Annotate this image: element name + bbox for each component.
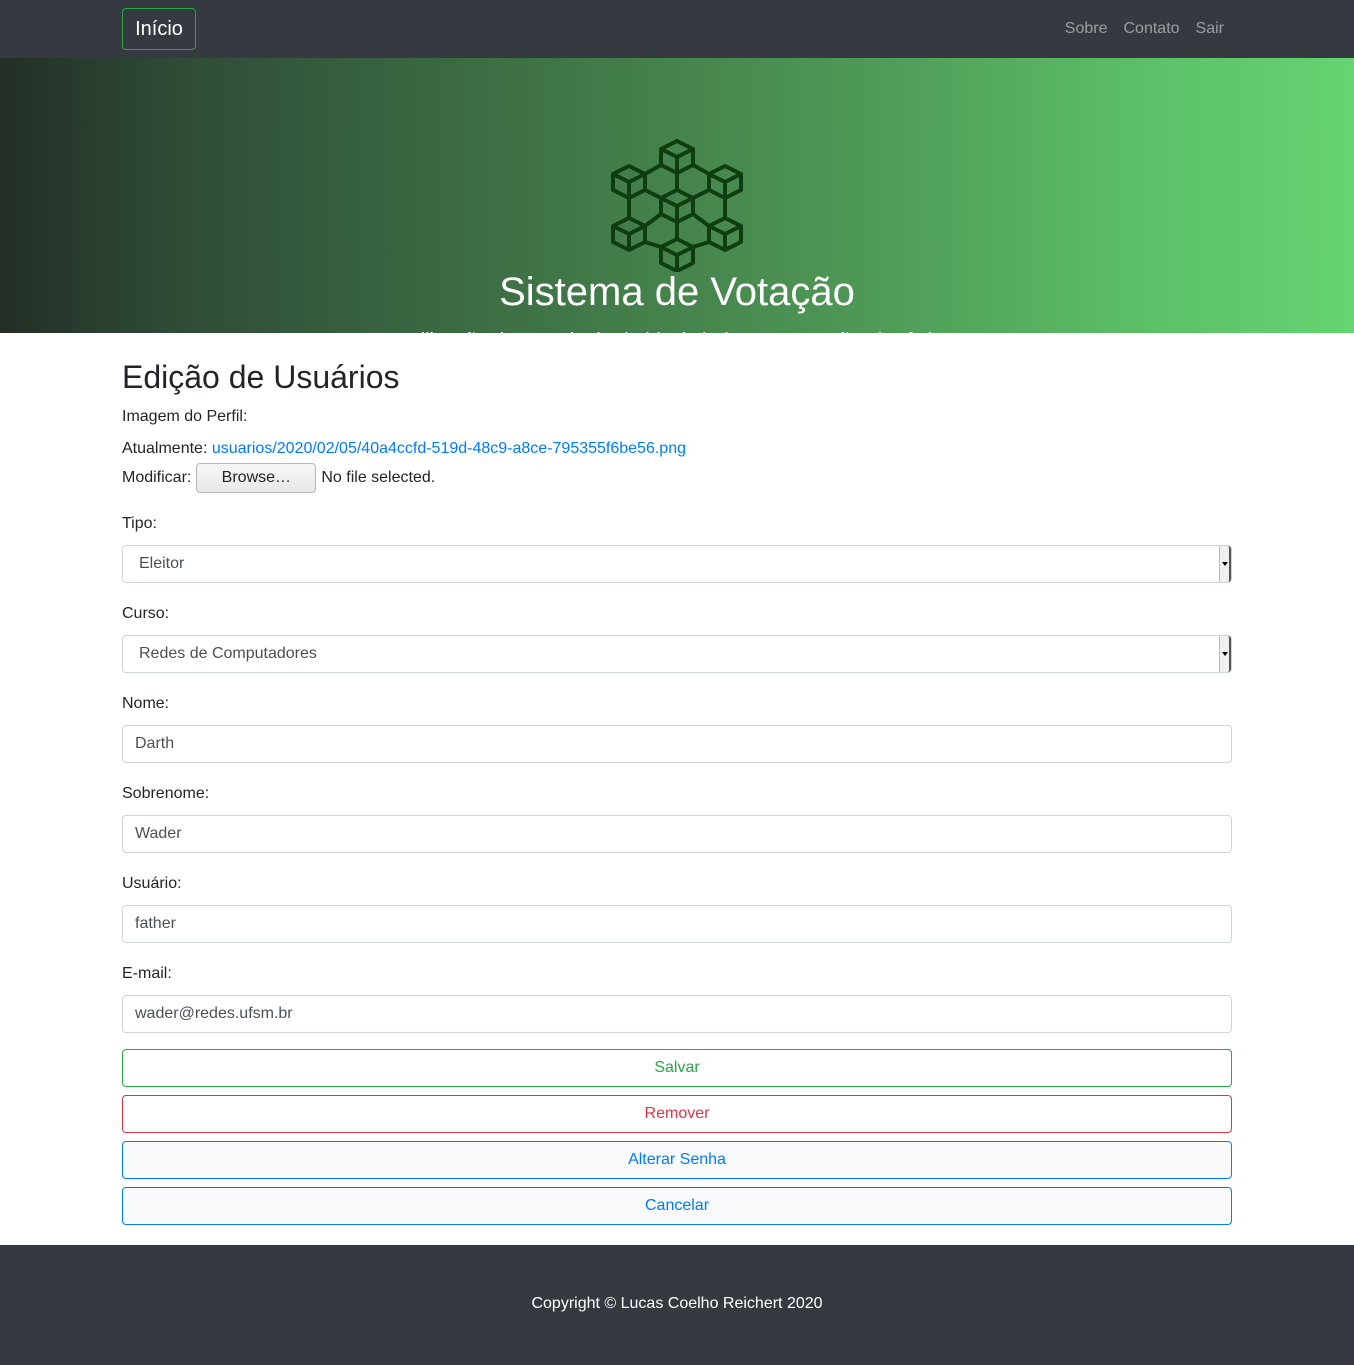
sobrenome-input[interactable]: Wader <box>122 815 1232 853</box>
current-image-link[interactable]: usuarios/2020/02/05/40a4ccfd-519d-48c9-a… <box>212 440 686 457</box>
cancel-button[interactable]: Cancelar <box>122 1187 1232 1225</box>
blockchain-cubes-icon <box>611 139 743 272</box>
current-image-label: Atualmente: <box>122 440 208 457</box>
nome-input[interactable]: Darth <box>122 725 1232 763</box>
curso-select-value: Redes de Computadores <box>139 645 317 662</box>
change-password-button[interactable]: Alterar Senha <box>122 1141 1232 1179</box>
nav-links: Sobre Contato Sair <box>1049 0 1232 58</box>
nav-link-contato[interactable]: Contato <box>1124 20 1180 38</box>
footer: Copyright © Lucas Coelho Reichert 2020 <box>0 1245 1354 1365</box>
profile-image-label: Imagem do Perfil: <box>122 408 248 425</box>
sobrenome-label: Sobrenome: <box>122 785 210 802</box>
nav-home-button[interactable]: Início <box>122 8 196 50</box>
tipo-select[interactable]: Eleitor <box>122 545 1232 583</box>
curso-label: Curso: <box>122 605 170 622</box>
nav-link-sobre[interactable]: Sobre <box>1065 20 1108 38</box>
usuario-label: Usuário: <box>122 875 182 892</box>
browse-file-button[interactable]: Browse… <box>196 463 317 493</box>
save-button[interactable]: Salvar <box>122 1049 1232 1087</box>
page-title: Edição de Usuários <box>122 359 400 395</box>
curso-select[interactable]: Redes de Computadores <box>122 635 1232 673</box>
hero-title: Sistema de Votação <box>499 270 855 314</box>
email-input[interactable]: wader@redes.ufsm.br <box>122 995 1232 1033</box>
hero-banner: Sistema de Votação Utilização da tecnolo… <box>0 58 1354 352</box>
modify-image-row: Modificar: Browse… No file selected. <box>122 463 1232 493</box>
chevron-down-icon <box>1219 546 1231 582</box>
footer-copyright: Copyright © Lucas Coelho Reichert 2020 <box>531 1295 823 1312</box>
usuario-input[interactable]: father <box>122 905 1232 943</box>
nav-link-sair[interactable]: Sair <box>1196 20 1224 38</box>
navbar: Início Sobre Contato Sair <box>0 0 1354 58</box>
no-file-text: No file selected. <box>321 469 436 486</box>
email-label: E-mail: <box>122 965 172 982</box>
modify-image-label: Modificar: <box>122 469 192 486</box>
chevron-down-icon <box>1219 636 1231 672</box>
nome-label: Nome: <box>122 695 170 712</box>
user-edit-form: Edição de Usuários Imagem do Perfil: Atu… <box>122 333 1232 1225</box>
tipo-label: Tipo: <box>122 515 157 532</box>
remove-button[interactable]: Remover <box>122 1095 1232 1133</box>
current-image-row: Atualmente: usuarios/2020/02/05/40a4ccfd… <box>122 439 1232 459</box>
tipo-select-value: Eleitor <box>139 555 185 572</box>
